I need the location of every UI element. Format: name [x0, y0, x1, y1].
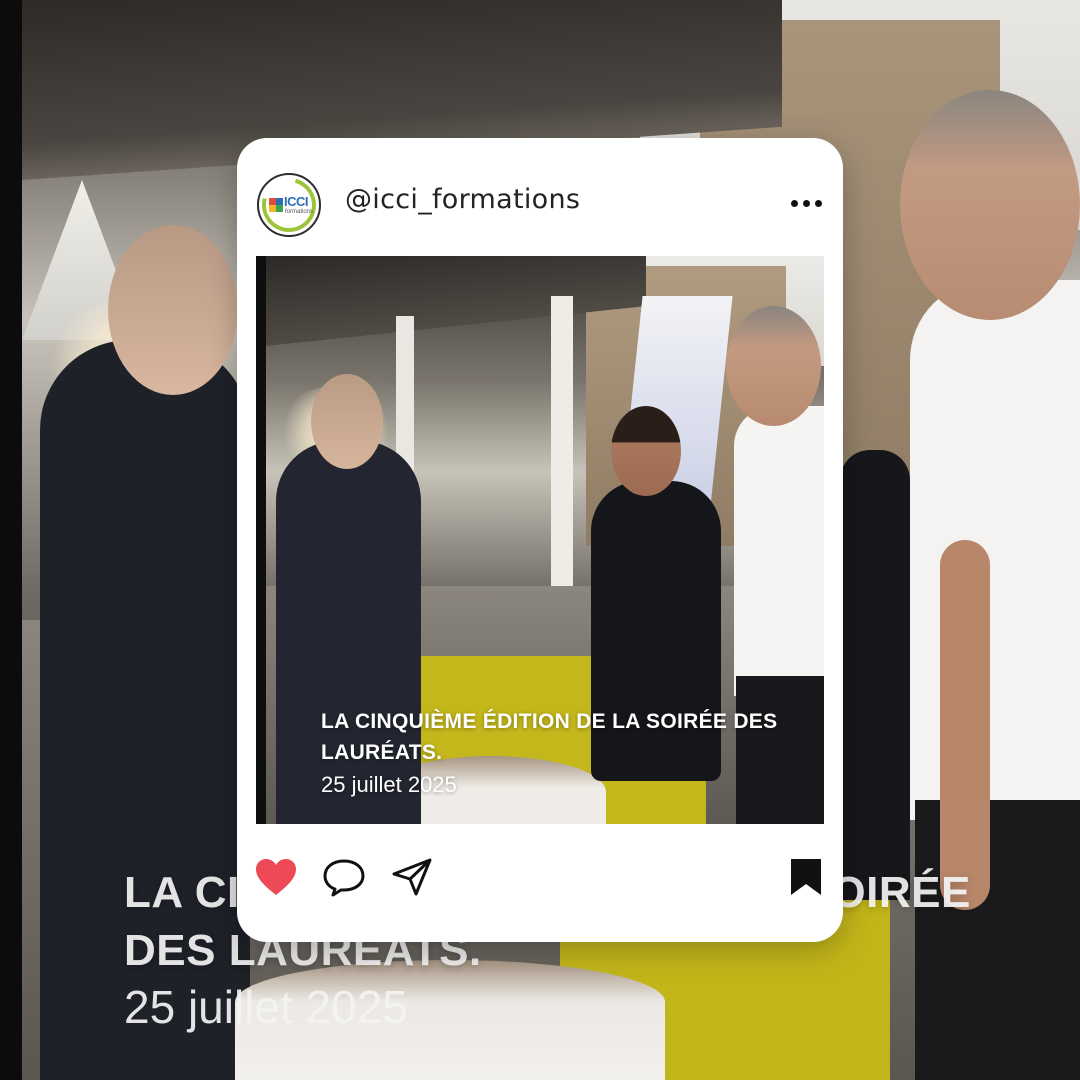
dot: [815, 199, 822, 207]
photo-pillar: [551, 296, 573, 636]
dot: [803, 199, 810, 207]
photo-man-white-shirt-head: [726, 306, 821, 426]
post-card: ICCI formations @icci_formations LA CINQ…: [237, 138, 843, 942]
bg-man-arm: [940, 540, 990, 910]
send-icon[interactable]: [389, 854, 435, 900]
avatar-logo-text: ICCI: [284, 194, 309, 209]
left-dark-edge: [0, 0, 22, 1080]
background-date: 25 juillet 2025: [124, 981, 408, 1033]
logo-square-yellow: [269, 205, 276, 212]
photo-man-head: [311, 374, 383, 469]
photo-man-white-shirt: [734, 406, 824, 696]
send-icon-svg: [392, 858, 432, 896]
post-header: ICCI formations @icci_formations: [237, 138, 843, 256]
heart-icon[interactable]: [253, 854, 299, 900]
post-photo[interactable]: LA CINQUIÈME ÉDITION DE LA SOIRÉE DES LA…: [256, 256, 824, 824]
bg-man-head: [108, 225, 238, 395]
comment-icon[interactable]: [321, 854, 367, 900]
comment-icon-svg: [323, 859, 365, 897]
photo-caption: LA CINQUIÈME ÉDITION DE LA SOIRÉE DES LA…: [321, 706, 791, 800]
caption-date: 25 juillet 2025: [321, 772, 457, 797]
bg-dark-figure: [840, 450, 910, 900]
logo-square-green: [276, 205, 283, 212]
account-avatar[interactable]: ICCI formations: [257, 173, 321, 237]
photo-dark-edge: [256, 256, 266, 824]
post-actions: [237, 844, 843, 914]
account-username[interactable]: @icci_formations: [345, 184, 580, 215]
more-horizontal-icon[interactable]: [791, 196, 825, 210]
logo-square-blue: [276, 198, 283, 205]
bg-man-white-shirt: [910, 280, 1080, 820]
heart-icon-svg: [256, 859, 296, 895]
bookmark-icon[interactable]: [783, 854, 829, 900]
bg-man-white-shirt-head: [900, 90, 1080, 320]
bookmark-icon-svg: [791, 859, 821, 895]
logo-square-red: [269, 198, 276, 205]
avatar-logo-subtext: formations: [285, 209, 314, 215]
photo-woman-head: [611, 406, 681, 496]
caption-title: LA CINQUIÈME ÉDITION DE LA SOIRÉE DES LA…: [321, 710, 778, 764]
dot: [791, 199, 798, 207]
